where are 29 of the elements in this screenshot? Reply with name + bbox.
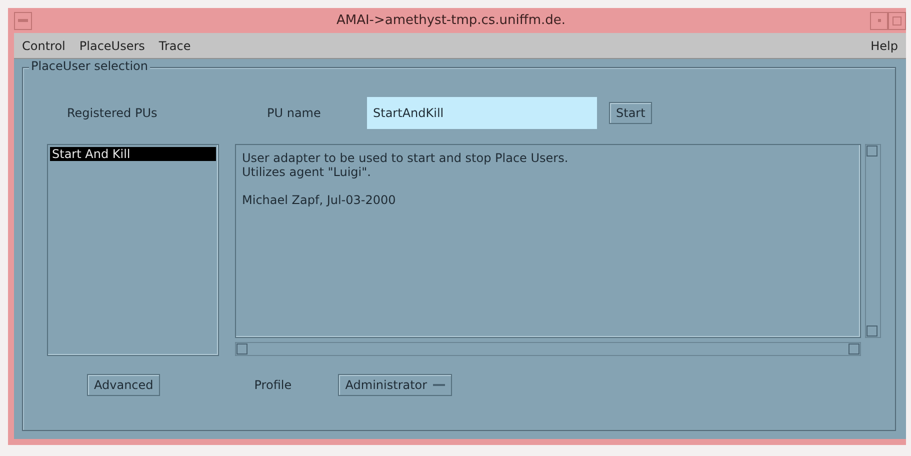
dash-icon (433, 384, 446, 386)
window-menu-button[interactable] (14, 12, 32, 30)
scroll-up-icon (866, 145, 878, 157)
profile-dropdown[interactable]: Administrator (338, 374, 452, 396)
window-title: AMAI->amethyst-tmp.cs.uniffm.de. (335, 13, 567, 28)
bar-icon (18, 19, 28, 22)
profile-label: Profile (254, 378, 293, 392)
menu-item[interactable]: Control (22, 38, 66, 52)
description-line: User adapter to be used to start and stop Place Users. (242, 151, 570, 165)
scroll-left-icon (236, 343, 248, 355)
menu-item[interactable]: PlaceUsers (79, 38, 145, 52)
start-button[interactable]: Start (609, 102, 652, 124)
scroll-down-icon (866, 325, 878, 337)
pu-name-field[interactable]: StartAndKill (367, 97, 597, 129)
minimize-button[interactable] (870, 12, 888, 30)
group-title: PlaceUser selection (29, 59, 150, 73)
menu-item[interactable]: Trace (158, 38, 191, 52)
pu-name-label: PU name (267, 106, 322, 120)
advanced-button[interactable]: Advanced (87, 374, 160, 396)
horizontal-scrollbar[interactable] (235, 342, 861, 356)
list-item[interactable]: Start And Kill (50, 147, 216, 161)
maximize-button[interactable] (888, 12, 906, 30)
signature-line: Michael Zapf, Jul-03-2000 (242, 193, 397, 207)
vertical-scrollbar[interactable] (865, 144, 881, 338)
help-menu[interactable]: Help (870, 38, 898, 52)
registered-label: Registered PUs (66, 106, 158, 120)
description-line: Utilizes agent "Luigi". (242, 165, 372, 179)
square-icon (892, 16, 902, 26)
scroll-right-icon (848, 343, 860, 355)
